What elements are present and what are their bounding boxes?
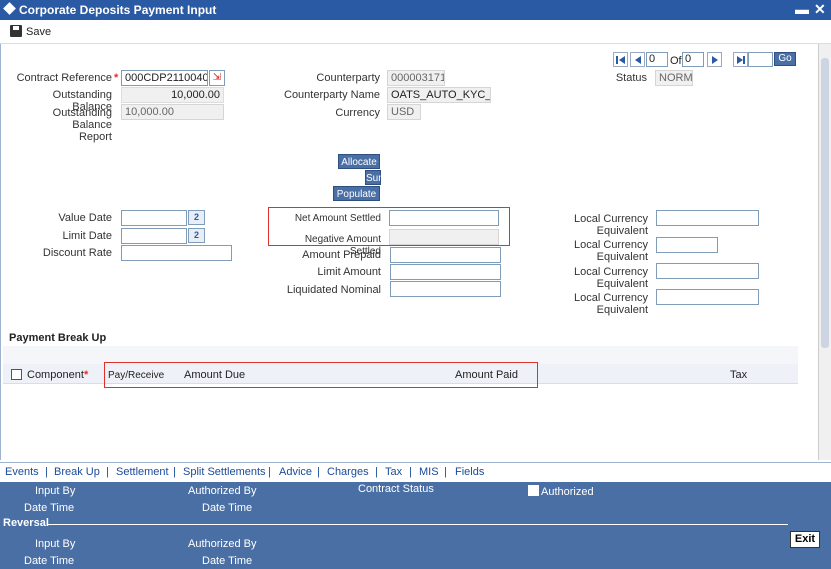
previous-record-button[interactable] — [630, 52, 645, 67]
component-column-header: Component — [27, 369, 84, 381]
goto-record-input[interactable] — [748, 52, 773, 67]
reversal-label: Reversal — [3, 517, 49, 529]
save-icon[interactable] — [10, 25, 22, 37]
amount-prepaid-input[interactable] — [390, 247, 501, 263]
total-records-field: 0 — [682, 52, 704, 67]
currency-field: USD — [387, 104, 421, 120]
calendar-icon[interactable]: 2 — [188, 210, 205, 225]
required-marker: * — [114, 72, 119, 84]
value-date-label: Value Date — [58, 212, 112, 224]
calendar-icon[interactable]: 2 — [188, 228, 205, 243]
select-all-checkbox[interactable] — [11, 369, 22, 380]
liquidated-nominal-label: Liquidated Nominal — [286, 284, 381, 296]
lce-input[interactable] — [656, 263, 759, 279]
of-label: Of — [670, 55, 682, 67]
authorized-by-label: Authorized By — [188, 485, 257, 497]
allocate-button[interactable]: Allocate — [338, 154, 380, 169]
authorized-by-label: Authorized By — [188, 538, 257, 550]
tab-split-settlements[interactable]: Split Settlements — [183, 466, 266, 478]
toolbar: Save — [0, 20, 831, 44]
date-time-label: Date Time — [24, 502, 75, 514]
lce-label: Local Currency Equivalent — [574, 292, 648, 316]
close-icon[interactable]: ✕ — [814, 1, 826, 18]
go-button[interactable]: Go — [774, 52, 796, 66]
net-amount-settled-input[interactable] — [389, 210, 499, 226]
exit-button[interactable]: Exit — [790, 531, 820, 548]
liquidated-nominal-input[interactable] — [390, 281, 501, 297]
pay-receive-column-header: Pay/Receive — [108, 370, 165, 381]
outstanding-balance-field: 10,000.00 — [121, 87, 224, 103]
contract-status-label: Contract Status — [358, 483, 434, 495]
save-button[interactable]: Save — [26, 26, 51, 38]
limit-amount-label: Limit Amount — [317, 266, 381, 278]
contract-reference-label: Contract Reference — [16, 72, 112, 84]
lov-search-icon[interactable]: ⇲ — [209, 70, 225, 86]
lce-label: Local Currency Equivalent — [574, 213, 648, 237]
app-diamond-icon — [3, 2, 16, 15]
counterparty-name-field: OATS_AUTO_KYC_R — [387, 87, 491, 103]
outstanding-balance-report-field: 10,000.00 — [121, 104, 224, 120]
required-marker: * — [84, 369, 89, 381]
amount-paid-column-header: Amount Paid — [455, 369, 518, 381]
tab-tax[interactable]: Tax — [385, 466, 402, 478]
first-record-button[interactable] — [613, 52, 628, 67]
tab-events[interactable]: Events — [5, 466, 39, 478]
amount-prepaid-label: Amount Prepaid — [302, 249, 381, 261]
counterparty-name-label: Counterparty Name — [284, 89, 380, 101]
audit-footer: Input By Authorized By Contract Status A… — [0, 482, 831, 569]
lce-input[interactable] — [656, 289, 759, 305]
lce-input[interactable] — [656, 210, 759, 226]
value-date-input[interactable] — [121, 210, 187, 226]
tab-fields[interactable]: Fields — [455, 466, 484, 478]
divider — [47, 524, 788, 525]
negative-amount-settled-field — [389, 229, 499, 245]
tab-charges[interactable]: Charges — [327, 466, 369, 478]
amount-due-column-header: Amount Due — [184, 369, 246, 381]
limit-amount-input[interactable] — [390, 264, 501, 280]
discount-rate-input[interactable] — [121, 245, 232, 261]
limit-date-input[interactable] — [121, 228, 187, 244]
payment-breakup-title: Payment Break Up — [9, 332, 107, 344]
date-time-label: Date Time — [202, 555, 253, 567]
input-by-label: Input By — [35, 538, 76, 550]
tax-column-header: Tax — [730, 369, 748, 381]
net-amount-settled-label: Net Amount Settled — [294, 213, 381, 224]
discount-rate-label: Discount Rate — [42, 247, 112, 259]
authorized-checkbox — [528, 485, 539, 496]
outstanding-balance-report-label: Outstanding Balance Report — [52, 107, 112, 143]
title-bar: Corporate Deposits Payment Input ▬ ✕ — [0, 0, 831, 20]
limit-date-label: Limit Date — [62, 230, 112, 242]
sum-button[interactable]: Sum — [365, 170, 387, 185]
status-label: Status — [615, 72, 647, 84]
counterparty-label: Counterparty — [316, 72, 380, 84]
next-record-button[interactable] — [707, 52, 722, 67]
tab-break-up[interactable]: Break Up — [54, 466, 100, 478]
vertical-scrollbar[interactable] — [818, 44, 831, 460]
date-time-label: Date Time — [24, 555, 75, 567]
subsystem-tabs: Events | Break Up | Settlement | Split S… — [0, 462, 831, 482]
populate-button[interactable]: Populate — [333, 186, 380, 201]
minimize-icon[interactable]: ▬ — [795, 1, 809, 17]
tab-advice[interactable]: Advice — [279, 466, 312, 478]
tab-settlement[interactable]: Settlement — [116, 466, 169, 478]
last-record-button[interactable] — [733, 52, 748, 67]
counterparty-field: 000003171 — [387, 70, 445, 86]
date-time-label: Date Time — [202, 502, 253, 514]
currency-label: Currency — [335, 107, 380, 119]
lce-input[interactable] — [656, 237, 718, 253]
lce-label: Local Currency Equivalent — [574, 266, 648, 290]
current-record-field[interactable]: 0 — [646, 52, 668, 67]
authorized-label: Authorized — [541, 486, 594, 498]
contract-reference-input[interactable]: 000CDP21100400 — [121, 70, 208, 86]
window-title: Corporate Deposits Payment Input — [19, 3, 217, 17]
status-field: NORM — [655, 70, 693, 86]
input-by-label: Input By — [35, 485, 76, 497]
lce-label: Local Currency Equivalent — [574, 239, 648, 263]
tab-mis[interactable]: MIS — [419, 466, 439, 478]
